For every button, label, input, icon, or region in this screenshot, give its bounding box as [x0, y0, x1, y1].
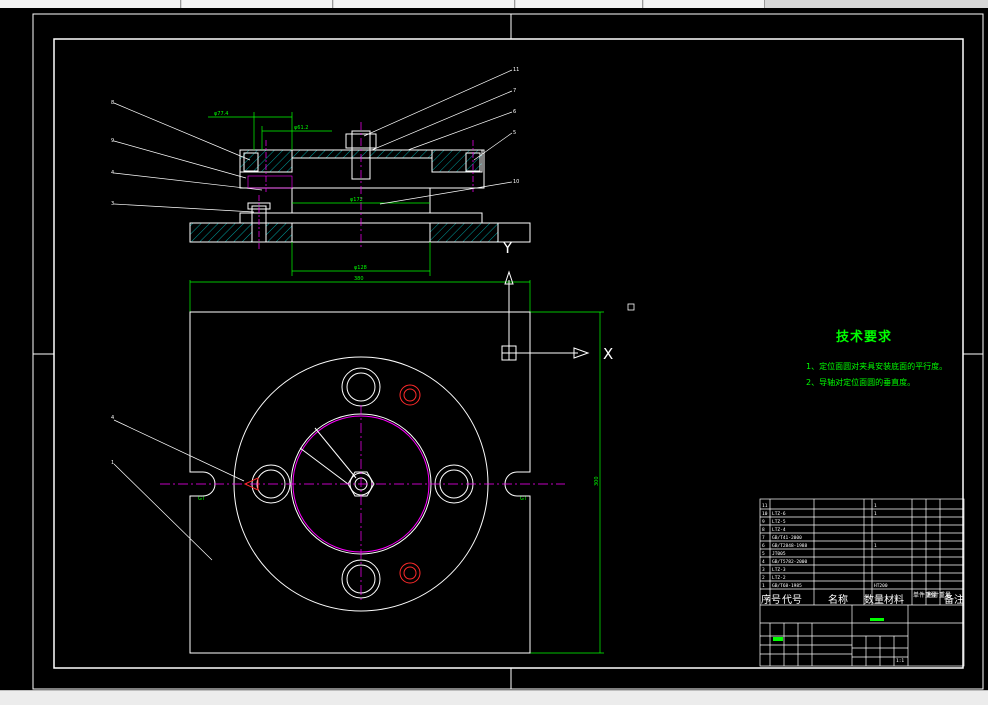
section-leaders: [113, 69, 513, 213]
svg-text:6: 6: [762, 543, 765, 549]
tab-3[interactable]: [334, 0, 515, 8]
callout-4b: 4: [111, 415, 114, 421]
dim-dia-top: φ77.4: [214, 111, 228, 117]
outer-frame: [32, 13, 984, 690]
svg-text:1: 1: [874, 543, 877, 549]
callout-9: 9: [111, 138, 114, 144]
callout-10: 10: [513, 179, 519, 185]
bom-header-remark: 备注: [944, 595, 964, 606]
dim-width-total: 380: [354, 276, 364, 282]
tab-1[interactable]: [0, 0, 181, 8]
dim-dia-128: φ128: [354, 265, 367, 271]
svg-text:LTZ-4: LTZ-4: [772, 527, 786, 533]
svg-text:3: 3: [762, 567, 765, 573]
callout-1: 1: [111, 460, 114, 466]
callout-6: 6: [513, 109, 516, 115]
svg-text:10: 10: [762, 511, 768, 517]
section-view: [189, 122, 531, 250]
svg-text:1: 1: [762, 583, 765, 589]
ucs-y-label: Y: [502, 239, 513, 257]
svg-text:LTZ-5: LTZ-5: [772, 519, 786, 525]
svg-text:1: 1: [874, 511, 877, 517]
svg-text:1:1: 1:1: [896, 658, 904, 664]
bom-header-code: 代号: [782, 595, 802, 606]
bom-header-name: 名称: [828, 595, 848, 606]
callout-3: 3: [111, 201, 114, 207]
svg-text:11: 11: [762, 503, 768, 509]
dim-height-total: 300: [594, 476, 600, 486]
status-strip: [0, 690, 988, 705]
callout-4: 4: [111, 170, 114, 176]
title-block: [759, 498, 965, 667]
dim-gt-left: GT: [198, 496, 206, 502]
dim-dia-mid: φ61.2: [294, 125, 308, 131]
svg-text:LTZ-6: LTZ-6: [772, 511, 786, 517]
callout-7: 7: [513, 88, 516, 94]
callout-11: 11: [513, 67, 519, 73]
svg-text:4: 4: [762, 559, 765, 565]
bom-header-material: 材料: [884, 595, 904, 606]
dim-dia-base: φ172: [350, 197, 363, 203]
callout-5: 5: [513, 130, 516, 136]
bom-header-index: 序号: [761, 595, 781, 606]
svg-text:9: 9: [762, 519, 765, 525]
ucs-x-label: X: [603, 345, 613, 363]
plan-view: [113, 311, 565, 654]
svg-text:GB/T2848-1988: GB/T2848-1988: [772, 543, 808, 549]
bom-rows: 11 1 10 LTZ-6 1 9 LTZ-5 8 LTZ-4 7 GB/T41…: [762, 503, 904, 664]
tab-4[interactable]: [516, 0, 643, 8]
callout-8: 8: [111, 100, 114, 106]
svg-text:2: 2: [762, 575, 765, 581]
top-tab-strip: [0, 0, 988, 8]
svg-text:8: 8: [762, 527, 765, 533]
svg-text:GB/T41-2000: GB/T41-2000: [772, 535, 802, 541]
tech-requirement-2: 2、导轴对定位面圆的垂直度。: [806, 378, 916, 387]
svg-text:5: 5: [762, 551, 765, 557]
svg-text:7: 7: [762, 535, 765, 541]
svg-text:HT200: HT200: [874, 583, 888, 589]
bom-header-qty: 数量: [864, 595, 884, 606]
tab-2[interactable]: [182, 0, 333, 8]
svg-text:GB/T68-1985: GB/T68-1985: [772, 583, 802, 589]
title-block-green-mark-2: [773, 637, 783, 641]
tab-5[interactable]: [644, 0, 765, 8]
svg-text:JT005: JT005: [772, 551, 786, 557]
svg-text:LTZ-2: LTZ-2: [772, 575, 786, 581]
ucs-icon: [501, 270, 635, 361]
drawing-canvas[interactable]: φ77.4 φ61.2 φ172 φ128 380 300 GT GT 8 9 …: [0, 8, 988, 690]
svg-text:LTZ-3: LTZ-3: [772, 567, 786, 573]
svg-text:GB/T5782-2000: GB/T5782-2000: [772, 559, 808, 565]
svg-text:1: 1: [874, 503, 877, 509]
tech-requirements-title: 技术要求: [836, 330, 893, 345]
section-dimensions: [189, 112, 604, 654]
tech-requirement-1: 1、定位面圆对夹具安装底面的平行度。: [806, 362, 948, 371]
dim-gt-right: GT: [520, 496, 528, 502]
title-block-green-mark: [870, 618, 884, 621]
